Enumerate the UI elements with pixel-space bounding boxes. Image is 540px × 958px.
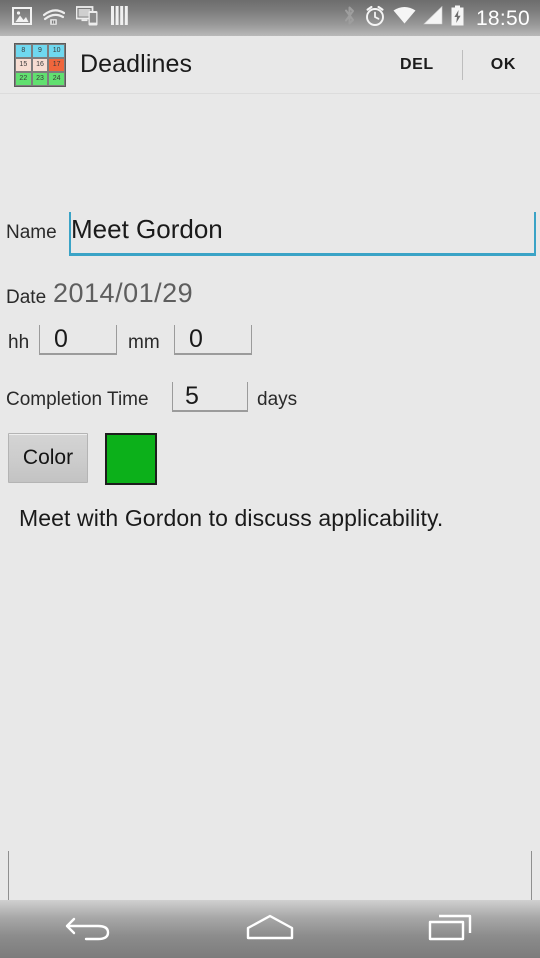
completion-time-input[interactable]: 5 <box>172 382 248 412</box>
photo-icon <box>12 6 32 30</box>
deadline-form: Name Meet Gordon Date 2014/01/29 hh 0 mm… <box>0 94 540 917</box>
hour-label: hh <box>8 332 30 353</box>
calendar-cell: 24 <box>48 71 65 86</box>
wifi-icon <box>393 6 416 30</box>
home-button[interactable] <box>210 900 330 958</box>
calendar-cell: 16 <box>31 57 49 72</box>
calendar-cell: 9 <box>31 43 49 58</box>
alarm-icon <box>364 5 386 32</box>
home-icon <box>242 912 298 947</box>
minute-label: mm <box>128 332 160 353</box>
signal-icon <box>423 5 443 30</box>
screen-cast-icon <box>75 5 100 31</box>
color-button[interactable]: Color <box>8 433 88 483</box>
page-title: Deadlines <box>80 50 193 78</box>
recent-apps-icon <box>425 911 475 948</box>
calendar-grid-icon: 8 9 10 15 16 17 22 23 24 <box>14 42 66 87</box>
calendar-cell: 10 <box>48 43 65 58</box>
days-unit-label: days <box>257 389 298 410</box>
calendar-cell: 8 <box>15 43 32 58</box>
bars-icon <box>111 6 128 30</box>
status-bar-clock: 18:50 <box>475 6 530 30</box>
calendar-cell: 15 <box>15 57 32 72</box>
status-bar-notifications <box>12 5 342 31</box>
calendar-cell: 17 <box>48 57 65 72</box>
completion-time-label: Completion Time <box>6 389 149 410</box>
ok-button[interactable]: OK <box>489 50 518 80</box>
color-swatch[interactable] <box>105 433 157 485</box>
hour-input[interactable]: 0 <box>39 325 117 355</box>
name-input[interactable]: Meet Gordon <box>69 212 536 256</box>
status-bar: 18:50 <box>0 0 540 36</box>
date-value[interactable]: 2014/01/29 <box>53 278 193 309</box>
minute-input[interactable]: 0 <box>174 325 252 355</box>
calendar-cell: 22 <box>15 71 32 86</box>
navigation-bar <box>0 900 540 958</box>
bluetooth-icon <box>342 5 357 31</box>
action-bar-divider <box>461 49 463 80</box>
battery-charging-icon <box>450 5 465 31</box>
action-bar: 8 9 10 15 16 17 22 23 24 Deadlines DEL O… <box>0 36 540 94</box>
delete-button[interactable]: DEL <box>398 50 436 80</box>
name-label: Name <box>6 222 57 243</box>
description-text: Meet with Gordon to discuss applicabilit… <box>19 505 444 531</box>
recents-button[interactable] <box>390 900 510 958</box>
status-bar-system-icons: 18:50 <box>342 5 530 32</box>
calendar-cell: 23 <box>31 71 49 86</box>
back-button[interactable] <box>30 900 150 958</box>
audiobook-icon <box>42 6 66 31</box>
date-label: Date <box>6 287 47 308</box>
back-arrow-icon <box>64 912 116 947</box>
